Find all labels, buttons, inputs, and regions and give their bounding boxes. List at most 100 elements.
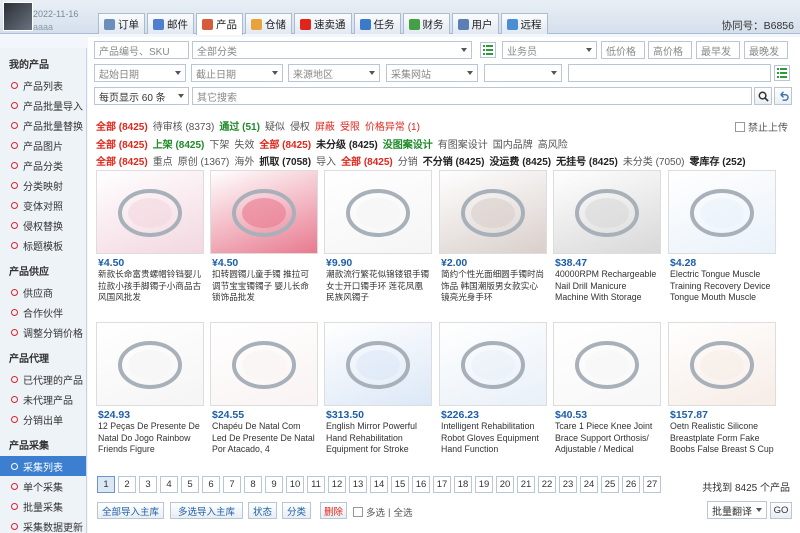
product-card[interactable]: $24.93 12 Peças De Presente De Natal Do J…: [96, 322, 204, 472]
page-button[interactable]: 7: [223, 476, 241, 493]
filter-option[interactable]: 全部 (8425): [96, 136, 148, 151]
page-button[interactable]: 9: [265, 476, 283, 493]
product-image[interactable]: [96, 322, 204, 406]
product-title[interactable]: 新款长命富贵螺帽铃铛婴儿拉款小孩手脚镯子小商品古风国风批发: [98, 269, 202, 304]
sidebar-item[interactable]: 采集数据更新: [0, 516, 86, 533]
disable-upload-toggle[interactable]: 禁止上传: [735, 119, 788, 134]
tab-6[interactable]: 财务: [402, 13, 450, 34]
import-all-button[interactable]: 全部导入主库: [97, 502, 164, 519]
page-button[interactable]: 4: [160, 476, 178, 493]
filter-option[interactable]: 无挂号 (8425): [556, 153, 618, 168]
search-button[interactable]: [754, 87, 772, 105]
sidebar-item[interactable]: 标题模板: [0, 235, 86, 255]
filter-option[interactable]: 价格异常 (1): [365, 118, 420, 133]
min-sold-input[interactable]: 最早发: [696, 41, 740, 59]
tab-1[interactable]: 邮件: [147, 13, 194, 34]
tab-2[interactable]: 产品: [196, 13, 243, 35]
page-button[interactable]: 16: [412, 476, 430, 493]
filter-option[interactable]: 有图案设计: [438, 136, 488, 151]
filter-option[interactable]: 没图案设计: [383, 136, 433, 151]
filter-option[interactable]: 未分类 (7050): [623, 153, 685, 168]
site-grid-icon[interactable]: [774, 65, 790, 81]
product-title[interactable]: Chapéu De Natal Com Led De Presente De N…: [212, 421, 316, 456]
sidebar-item[interactable]: 产品分类: [0, 155, 86, 175]
tab-8[interactable]: 远程: [500, 13, 548, 34]
reset-button[interactable]: [774, 87, 792, 105]
extra-select[interactable]: [484, 64, 562, 82]
filter-option[interactable]: 没运费 (8425): [489, 153, 551, 168]
sidebar-item[interactable]: 产品批量替换: [0, 115, 86, 135]
product-image[interactable]: [668, 170, 776, 254]
avatar[interactable]: [3, 2, 33, 31]
sidebar-item[interactable]: 合作伙伴: [0, 302, 86, 322]
product-image[interactable]: [439, 322, 547, 406]
filter-option[interactable]: 侵权: [290, 118, 310, 133]
sidebar-item[interactable]: 采集列表: [0, 456, 86, 476]
filter-option[interactable]: 未分级 (8425): [316, 136, 378, 151]
filter-option[interactable]: 全部 (8425): [96, 153, 148, 168]
filter-option[interactable]: 屏蔽: [315, 118, 335, 133]
multi-select-toggle[interactable]: 多选 | 全选: [353, 505, 413, 519]
product-title[interactable]: 扣转圆镯儿童手镯 推拉可调节宝宝镯镯子 婴儿长命锁饰品批发: [212, 269, 316, 304]
sku-input[interactable]: 产品编号、SKU: [94, 41, 189, 59]
page-button[interactable]: 22: [538, 476, 556, 493]
page-button[interactable]: 15: [391, 476, 409, 493]
product-image[interactable]: [324, 170, 432, 254]
page-button[interactable]: 5: [181, 476, 199, 493]
delete-button[interactable]: 删除: [320, 502, 347, 519]
product-title[interactable]: Electric Tongue Muscle Training Recovery…: [670, 269, 774, 304]
filter-option[interactable]: 抓取 (7058): [259, 153, 311, 168]
product-title[interactable]: 12 Peças De Presente De Natal Do Jogo Ra…: [98, 421, 202, 456]
filter-option[interactable]: 全部 (8425): [341, 153, 393, 168]
product-card[interactable]: $313.50 English Mirror Powerful Hand Reha…: [324, 322, 432, 472]
product-card[interactable]: $157.87 Oetn Realistic Silicone Breastpla…: [668, 322, 776, 472]
page-button[interactable]: 3: [139, 476, 157, 493]
collect-site-select[interactable]: 采集网站: [386, 64, 478, 82]
start-date-select[interactable]: 起始日期: [94, 64, 186, 82]
product-image[interactable]: [324, 322, 432, 406]
product-title[interactable]: Tcare 1 Piece Knee Joint Brace Support O…: [555, 421, 659, 456]
sidebar-item[interactable]: 未代理产品: [0, 389, 86, 409]
sidebar-item[interactable]: 产品列表: [0, 75, 86, 95]
page-button[interactable]: 24: [580, 476, 598, 493]
sidebar-item[interactable]: 侵权替换: [0, 215, 86, 235]
filter-option[interactable]: 全部 (8425): [96, 118, 148, 133]
category-button[interactable]: 分类: [282, 502, 311, 519]
min-price-input[interactable]: 低价格: [601, 41, 645, 59]
product-title[interactable]: 简约个性光面细圆手镯时尚饰品 韩国潮版男女款实心镜亮光身手环: [441, 269, 545, 304]
category-select[interactable]: 全部分类: [192, 41, 472, 59]
page-button[interactable]: 20: [496, 476, 514, 493]
filter-option[interactable]: 零库存 (252): [690, 153, 746, 168]
disable-upload-checkbox[interactable]: [735, 121, 745, 132]
sidebar-item[interactable]: 分类映射: [0, 175, 86, 195]
sidebar-item[interactable]: 调整分销价格: [0, 322, 86, 342]
product-card[interactable]: $4.28 Electric Tongue Muscle Training Rec…: [668, 170, 776, 320]
page-button[interactable]: 8: [244, 476, 262, 493]
salesperson-select[interactable]: 业务员: [502, 41, 597, 59]
sidebar-item[interactable]: 批量采集: [0, 496, 86, 516]
filter-option[interactable]: 上架 (8425): [153, 136, 205, 151]
sidebar-item[interactable]: 单个采集: [0, 476, 86, 496]
filter-option[interactable]: 海外: [234, 153, 254, 168]
page-button[interactable]: 13: [349, 476, 367, 493]
product-card[interactable]: $38.47 40000RPM Rechargeable Nail Drill M…: [553, 170, 661, 320]
filter-option[interactable]: 国内品牌: [493, 136, 533, 151]
page-button[interactable]: 17: [433, 476, 451, 493]
filter-option[interactable]: 失效: [234, 136, 254, 151]
product-image[interactable]: [668, 322, 776, 406]
status-button[interactable]: 状态: [248, 502, 277, 519]
product-card[interactable]: ¥4.50 扣转圆镯儿童手镯 推拉可调节宝宝镯镯子 婴儿长命锁饰品批发: [210, 170, 318, 320]
product-title[interactable]: English Mirror Powerful Hand Rehabilitat…: [326, 421, 430, 456]
product-title[interactable]: 40000RPM Rechargeable Nail Drill Manicur…: [555, 269, 659, 304]
filter-option[interactable]: 分销: [398, 153, 418, 168]
filter-option[interactable]: 重点: [153, 153, 173, 168]
filter-option[interactable]: 待审核 (8373): [153, 118, 215, 133]
product-image[interactable]: [96, 170, 204, 254]
end-date-select[interactable]: 截止日期: [191, 64, 283, 82]
sidebar-item[interactable]: 分销出单: [0, 409, 86, 429]
extra-input[interactable]: [568, 64, 771, 82]
filter-option[interactable]: 高风险: [538, 136, 568, 151]
page-button[interactable]: 6: [202, 476, 220, 493]
product-card[interactable]: $24.55 Chapéu De Natal Com Led De Present…: [210, 322, 318, 472]
page-button[interactable]: 25: [601, 476, 619, 493]
